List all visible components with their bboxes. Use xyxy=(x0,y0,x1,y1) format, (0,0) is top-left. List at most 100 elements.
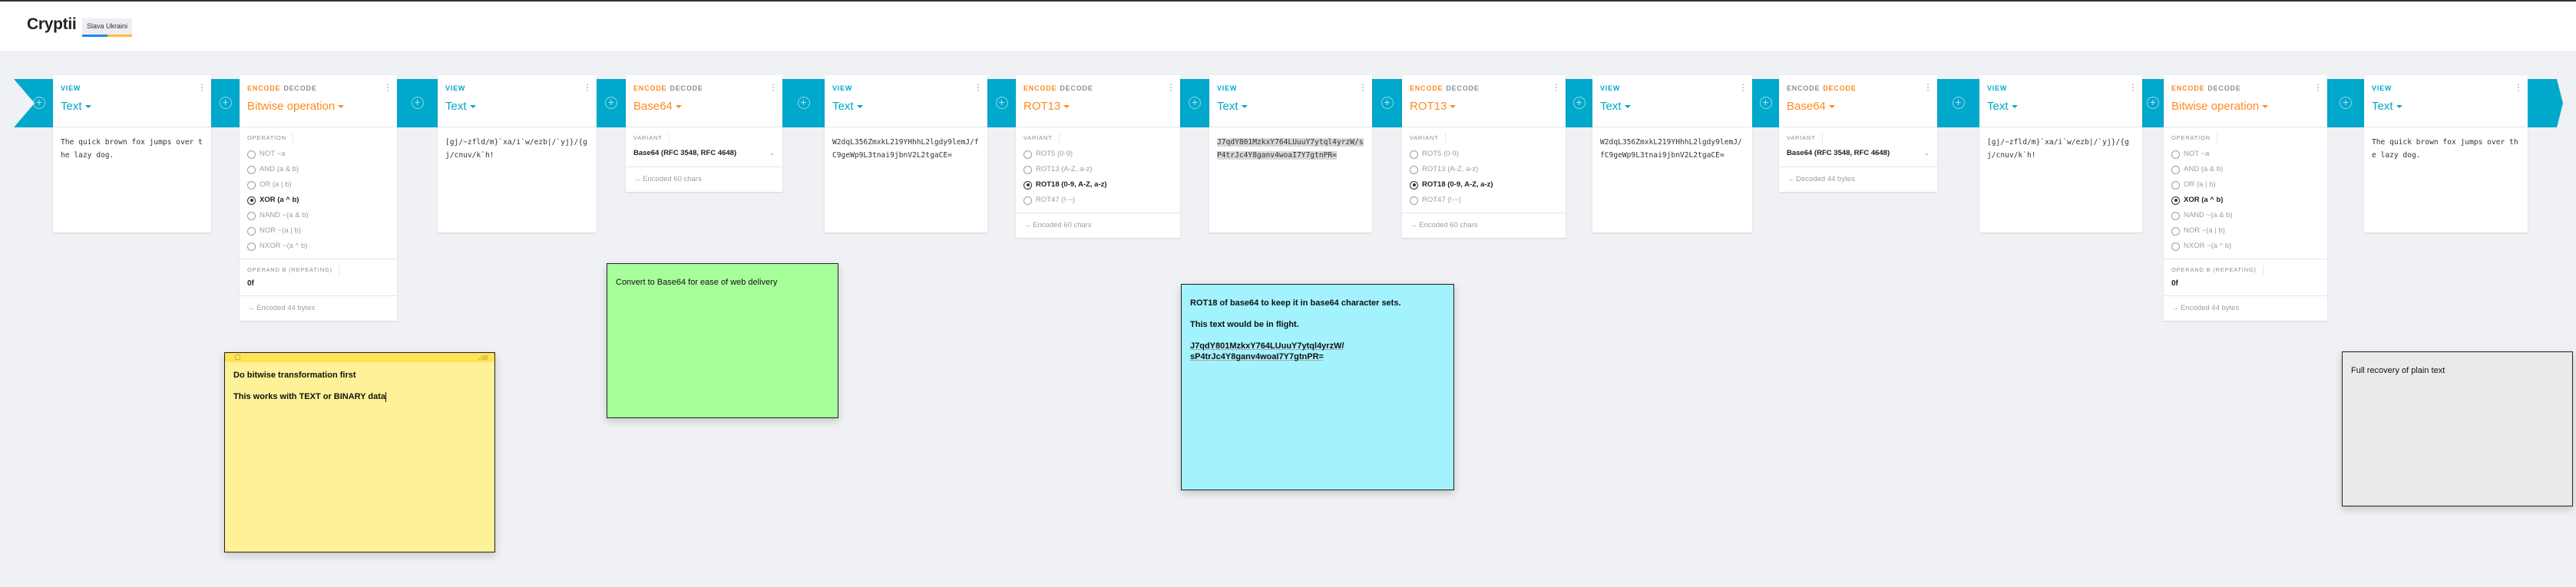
text-content-area[interactable]: The quick brown fox jumps over the lazy … xyxy=(53,127,211,232)
add-brick-button[interactable]: + xyxy=(1572,97,1586,109)
tab-encode[interactable]: ENCODE xyxy=(1787,84,1820,92)
tab-encode[interactable]: ENCODE xyxy=(1023,84,1057,92)
tab-decode[interactable]: DECODE xyxy=(1060,84,1093,92)
more-menu-icon[interactable] xyxy=(1362,84,1364,93)
radio-option[interactable]: NOR ~(a | b) xyxy=(2171,223,2320,239)
radio-option[interactable]: NOR ~(a | b) xyxy=(247,223,389,239)
radio-option[interactable]: NAND ~(a & b) xyxy=(2171,208,2320,223)
sticky-note-green[interactable]: Convert to Base64 for ease of web delive… xyxy=(607,263,838,418)
tab-decode[interactable]: DECODE xyxy=(1446,84,1479,92)
more-menu-icon[interactable] xyxy=(1927,84,1930,93)
brick-type-selector[interactable]: Bitwise operation xyxy=(2171,100,2320,113)
operand-input[interactable]: 0f xyxy=(240,275,397,295)
tab-decode[interactable]: DECODE xyxy=(2207,84,2240,92)
tab-decode[interactable]: DECODE xyxy=(1823,84,1856,92)
more-menu-icon[interactable] xyxy=(587,84,589,93)
text-content-area[interactable]: W2dqL356ZmxkL219YHhhL2lgdy9lemJ/fC9geWp9… xyxy=(1592,127,1752,232)
add-brick-button[interactable]: + xyxy=(797,97,810,109)
add-brick-button[interactable]: + xyxy=(2340,97,2352,109)
tab-encode[interactable]: ENCODE xyxy=(633,84,666,92)
radio-option[interactable]: NOT ~a xyxy=(2171,147,2320,162)
add-brick-button[interactable]: + xyxy=(1759,97,1772,109)
more-menu-icon[interactable] xyxy=(2518,84,2520,93)
radio-label: ROT18 (0-9, A-Z, a-z) xyxy=(1422,180,1493,189)
brick-type-selector[interactable]: Base64 xyxy=(633,100,775,113)
radio-option[interactable]: ROT13 (A-Z, a-z) xyxy=(1023,162,1172,177)
operand-input[interactable]: 0f xyxy=(2164,275,2327,295)
brick-header: VIEW Text xyxy=(53,75,211,127)
radio-option[interactable]: ROT13 (A-Z, a-z) xyxy=(1410,162,1558,177)
add-brick-button[interactable]: + xyxy=(1952,97,1965,109)
radio-option[interactable]: ROT18 (0-9, A-Z, a-z) xyxy=(1410,177,1558,193)
more-menu-icon[interactable] xyxy=(1742,84,1744,93)
tab-decode[interactable]: DECODE xyxy=(283,84,316,92)
add-brick-button[interactable]: + xyxy=(2147,97,2159,109)
slava-ukraini-badge[interactable]: Slava Ukraini xyxy=(82,18,133,37)
radio-option[interactable]: ROT5 (0-9) xyxy=(1023,147,1172,162)
radio-option[interactable]: ROT47 (!-~) xyxy=(1410,193,1558,208)
brick-type-selector[interactable]: Text xyxy=(445,100,589,113)
brick-type-selector[interactable]: Text xyxy=(1217,100,1364,113)
sticky-note-yellow[interactable]: ◿▤ Do bitwise transformation first This wo… xyxy=(224,352,495,552)
brick-type-selector[interactable]: ROT13 xyxy=(1023,100,1172,113)
view-mode-label: VIEW xyxy=(445,84,466,92)
text-content-area[interactable]: [gj/~zfld/m}`xa/i`w/ezb|/`yj}/{gj/cnuv/k… xyxy=(438,127,597,232)
brick-type-selector[interactable]: Bitwise operation xyxy=(247,100,389,113)
variant-select[interactable]: Base64 (RFC 3548, RFC 4648) ⌄ xyxy=(626,143,782,167)
tab-encode[interactable]: ENCODE xyxy=(247,84,280,92)
more-menu-icon[interactable] xyxy=(772,84,775,93)
add-brick-button[interactable]: + xyxy=(411,97,424,109)
brick-type-selector[interactable]: Text xyxy=(832,100,980,113)
more-menu-icon[interactable] xyxy=(977,84,980,93)
operand-label: OPERAND B (REPEATING) xyxy=(2164,259,2327,275)
brick-title: Text xyxy=(832,100,854,113)
radio-option[interactable]: OR (a | b) xyxy=(2171,177,2320,193)
variant-select[interactable]: Base64 (RFC 3548, RFC 4648) ⌄ xyxy=(1779,143,1937,167)
brick-mode-tabs: ENCODE DECODE xyxy=(2171,84,2320,92)
add-brick-button[interactable]: + xyxy=(219,97,232,109)
more-menu-icon[interactable] xyxy=(1556,84,1558,93)
text-content-area[interactable]: J7qdY801MzkxY764LUuuY7ytql4yrzW/sP4trJc4… xyxy=(1209,127,1372,232)
radio-option[interactable]: ROT18 (0-9, A-Z, a-z) xyxy=(1023,177,1172,193)
more-menu-icon[interactable] xyxy=(387,84,389,93)
brick-mode-tabs: VIEW xyxy=(832,84,980,92)
app-logo[interactable]: Cryptii xyxy=(27,15,77,34)
add-brick-button[interactable]: + xyxy=(605,97,617,109)
radio-option[interactable]: XOR (a ^ b) xyxy=(247,193,389,208)
radio-option[interactable]: NAND ~(a & b) xyxy=(247,208,389,223)
text-content-area[interactable]: [gj/~zfld/m}`xa/i`w/ezb|/`yj}/{gj/cnuv/k… xyxy=(1979,127,2142,232)
tab-encode[interactable]: ENCODE xyxy=(1410,84,1443,92)
more-menu-icon[interactable] xyxy=(2132,84,2135,93)
sticky-note-blue[interactable]: ROT18 of base64 to keep it in base64 cha… xyxy=(1181,284,1454,490)
radio-option[interactable]: NXOR ~(a ^ b) xyxy=(2171,239,2320,254)
brick-type-selector[interactable]: Text xyxy=(1987,100,2135,113)
brick-type-selector[interactable]: Text xyxy=(1600,100,1744,113)
radio-option[interactable]: ROT5 (0-9) xyxy=(1410,147,1558,162)
add-brick-button[interactable]: + xyxy=(33,97,45,109)
add-brick-button[interactable]: + xyxy=(1381,97,1394,109)
brick-type-selector[interactable]: ROT13 xyxy=(1410,100,1558,113)
radio-option[interactable]: ROT47 (!-~) xyxy=(1023,193,1172,208)
note-resize-icon[interactable]: ◿▤ xyxy=(478,355,488,361)
note-close-icon[interactable] xyxy=(235,355,240,360)
brick-type-selector[interactable]: Text xyxy=(61,100,203,113)
brick-type-selector[interactable]: Text xyxy=(2372,100,2520,113)
radio-option[interactable]: NXOR ~(a ^ b) xyxy=(247,239,389,254)
radio-option[interactable]: AND (a & b) xyxy=(2171,162,2320,177)
sticky-note-gray[interactable]: Full recovery of plain text xyxy=(2342,351,2573,506)
radio-option[interactable]: OR (a | b) xyxy=(247,177,389,193)
radio-option[interactable]: AND (a & b) xyxy=(247,162,389,177)
add-brick-button[interactable]: + xyxy=(995,97,1008,109)
text-content-area[interactable]: W2dqL356ZmxkL219YHhhL2lgdy9lemJ/fC9geWp9… xyxy=(825,127,987,232)
radio-option[interactable]: XOR (a ^ b) xyxy=(2171,193,2320,208)
text-content-area[interactable]: The quick brown fox jumps over the lazy … xyxy=(2364,127,2528,232)
note-titlebar[interactable]: ◿▤ xyxy=(225,353,494,362)
brick-type-selector[interactable]: Base64 xyxy=(1787,100,1930,113)
more-menu-icon[interactable] xyxy=(2317,84,2320,93)
tab-encode[interactable]: ENCODE xyxy=(2171,84,2204,92)
radio-option[interactable]: NOT ~a xyxy=(247,147,389,162)
more-menu-icon[interactable] xyxy=(1170,84,1172,93)
more-menu-icon[interactable] xyxy=(201,84,203,93)
add-brick-button[interactable]: + xyxy=(1189,97,1201,109)
tab-decode[interactable]: DECODE xyxy=(670,84,703,92)
